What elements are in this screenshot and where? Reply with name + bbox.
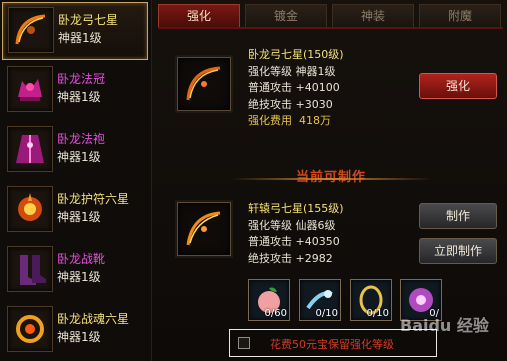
item-grade: 神器1级 — [57, 90, 101, 104]
tab-divine[interactable]: 神装 — [332, 4, 414, 27]
tab-enchant[interactable]: 附魔 — [419, 4, 501, 27]
enhance-button[interactable]: 强化 — [419, 73, 497, 99]
bow-icon — [8, 7, 54, 53]
enhance-cost-value: 418万 — [299, 114, 331, 127]
current-skill-attack: 绝技攻击 +3030 — [248, 97, 333, 111]
soul-ring-icon — [7, 306, 53, 352]
keep-level-checkbox[interactable] — [238, 337, 250, 349]
craft-skill-attack: 绝技攻击 +2982 — [248, 251, 333, 265]
craft-normal-attack: 普通攻击 +40350 — [248, 235, 340, 248]
equipment-item-crown[interactable]: 卧龙法冠 神器1级 — [2, 62, 146, 118]
current-item-name: 卧龙弓七星(150级) — [248, 48, 344, 61]
equipment-list: 卧龙弓七星 神器1级 卧龙法冠 神器1级 卧龙法袍 神器1级 卧龙护符六星 神器… — [0, 0, 152, 361]
item-name: 卧龙护符六星 — [57, 192, 130, 206]
equipment-item-soul[interactable]: 卧龙战魂六星 神器1级 — [2, 302, 146, 358]
material-count: 0/10 — [315, 308, 338, 319]
item-grade: 神器1级 — [57, 210, 101, 224]
equipment-item-boots[interactable]: 卧龙战靴 神器1级 — [2, 242, 146, 298]
equipment-item-robe[interactable]: 卧龙法袍 神器1级 — [2, 122, 146, 178]
enhance-cost: 强化费用 418万 — [248, 113, 344, 130]
enhance-cost-label: 强化费用 — [248, 114, 292, 127]
current-normal-attack: 普通攻击 +40100 — [248, 81, 340, 94]
material-slot-2[interactable]: 0/10 — [299, 279, 341, 321]
craft-bow-icon — [177, 202, 231, 256]
amulet-icon — [7, 186, 53, 232]
instant-craft-button[interactable]: 立即制作 — [419, 238, 497, 264]
watermark: Baidu 经验 — [400, 316, 489, 335]
keep-level-label: 花费50元宝保留强化等级 — [270, 338, 394, 351]
item-name: 卧龙弓七星 — [58, 13, 119, 27]
material-count: 0/60 — [264, 308, 287, 319]
current-item-level: 强化等级 神器1级 — [248, 64, 336, 78]
tab-enhance[interactable]: 强化 — [158, 4, 240, 27]
craft-button[interactable]: 制作 — [419, 203, 497, 229]
item-grade: 神器1级 — [57, 150, 101, 164]
material-slot-1[interactable]: 0/60 — [248, 279, 290, 321]
item-name: 卧龙法袍 — [57, 132, 106, 146]
tab-gild[interactable]: 镀金 — [245, 4, 327, 27]
boots-icon — [7, 246, 53, 292]
equipment-item-amulet[interactable]: 卧龙护符六星 神器1级 — [2, 182, 146, 238]
item-name: 卧龙战靴 — [57, 252, 106, 266]
equipment-item-bow[interactable]: 卧龙弓七星 神器1级 — [2, 2, 148, 60]
section-title: 当前可制作 — [160, 166, 502, 186]
current-bow-icon — [177, 57, 231, 111]
robe-icon — [7, 126, 53, 172]
section-divider — [230, 178, 432, 180]
item-name: 卧龙战魂六星 — [57, 312, 130, 326]
tab-underline — [158, 27, 503, 29]
craft-item-name: 轩辕弓七星(155级) — [248, 202, 344, 215]
item-grade: 神器1级 — [57, 270, 101, 284]
material-count: 0/10 — [366, 308, 389, 319]
forge-window: 卧龙弓七星 神器1级 卧龙法冠 神器1级 卧龙法袍 神器1级 卧龙护符六星 神器… — [0, 0, 507, 361]
craft-item-level: 强化等级 仙器6级 — [248, 218, 336, 232]
item-grade: 神器1级 — [57, 330, 101, 344]
crown-icon — [7, 66, 53, 112]
material-slot-3[interactable]: 0/10 — [350, 279, 392, 321]
craft-item-info: 轩辕弓七星(155级) 强化等级 仙器6级 普通攻击 +40350 绝技攻击 +… — [248, 201, 344, 267]
tab-bar: 强化 镀金 神装 附魔 — [158, 4, 503, 28]
current-item-info: 卧龙弓七星(150级) 强化等级 神器1级 普通攻击 +40100 绝技攻击 +… — [248, 47, 344, 130]
item-grade: 神器1级 — [58, 31, 102, 45]
item-name: 卧龙法冠 — [57, 72, 106, 86]
